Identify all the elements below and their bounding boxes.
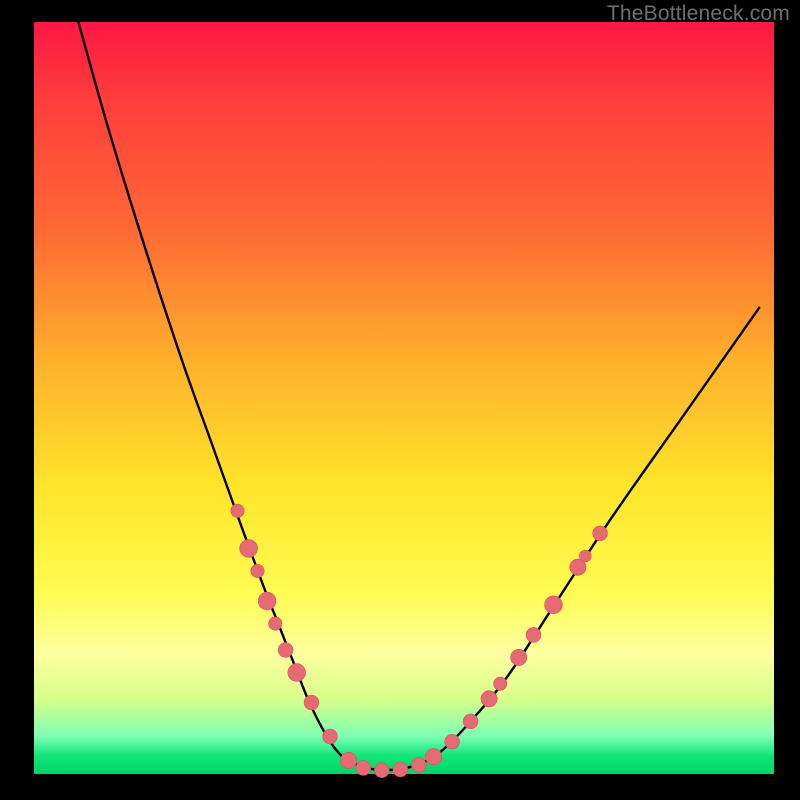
watermark-text: TheBottleneck.com (607, 2, 790, 26)
plot-gradient-background (34, 22, 774, 774)
chart-frame: TheBottleneck.com (0, 0, 800, 800)
